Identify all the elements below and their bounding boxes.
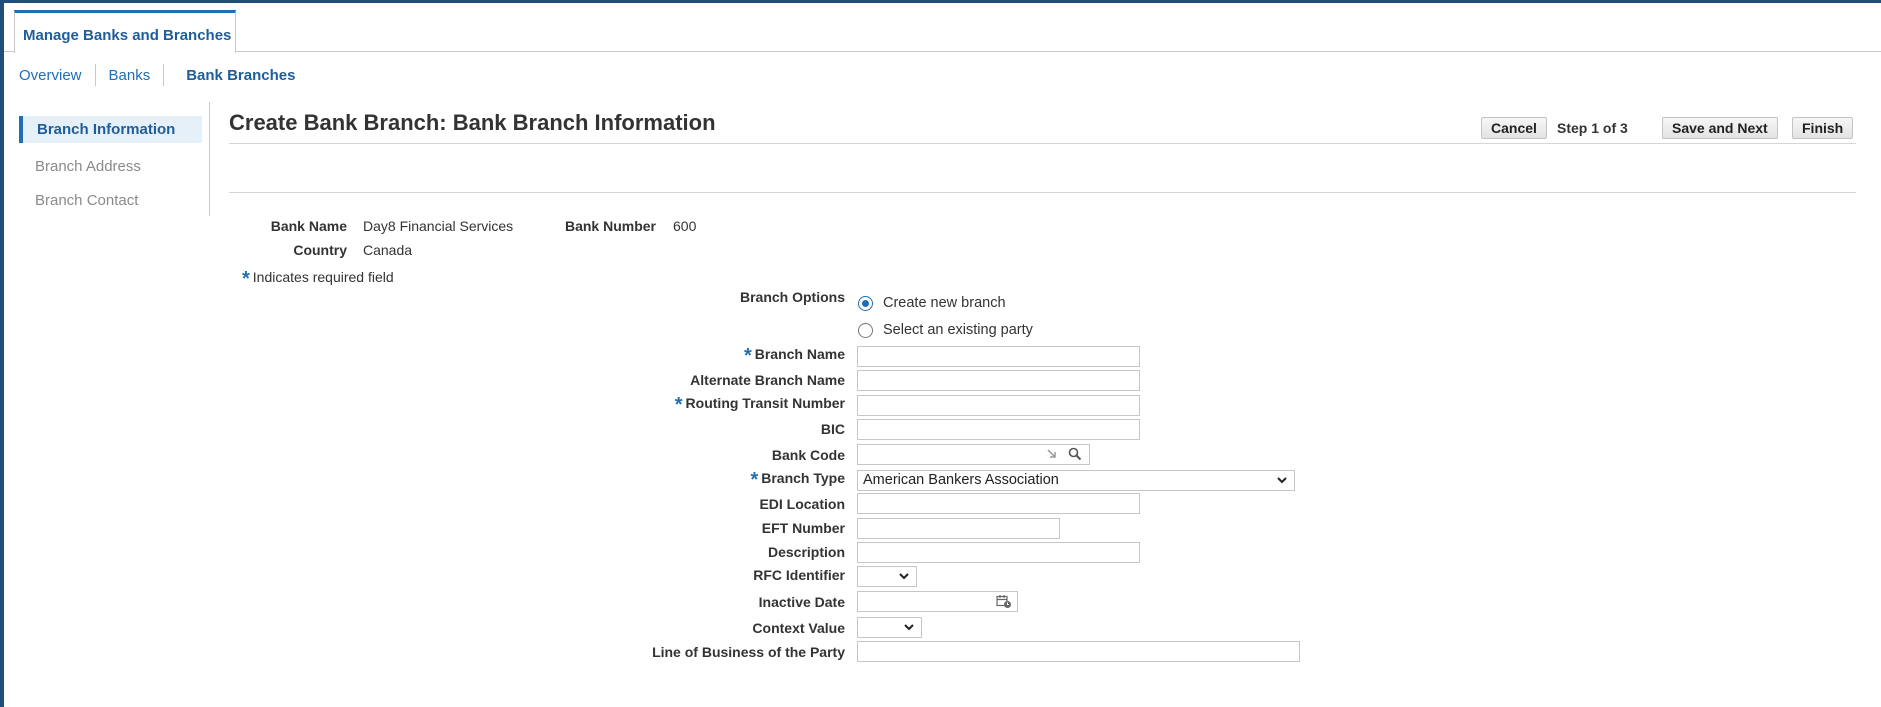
alternate-branch-name-input[interactable] — [857, 370, 1140, 391]
expand-arrow-icon[interactable] — [1045, 447, 1059, 466]
train-item-branch-information[interactable]: Branch Information — [19, 116, 202, 143]
inactive-date-input[interactable] — [857, 591, 1018, 612]
radio-label: Create new branch — [883, 295, 1006, 311]
description-label: Description — [767, 544, 845, 560]
subnav-overview[interactable]: Overview — [19, 67, 82, 84]
line-of-business-label: Line of Business of the Party — [652, 644, 845, 660]
alternate-branch-name-label: Alternate Branch Name — [690, 372, 845, 388]
bank-number-value: 600 — [673, 218, 697, 234]
required-note-text: Indicates required field — [252, 269, 394, 285]
branch-type-label: * Branch Type — [750, 469, 845, 491]
page-title: Create Bank Branch: Bank Branch Informat… — [229, 110, 716, 135]
routing-transit-number-label: * Routing Transit Number — [674, 394, 845, 416]
radio-create-new-branch[interactable]: Create new branch — [858, 295, 1006, 311]
rfc-identifier-label: RFC Identifier — [753, 567, 845, 583]
bank-code-label: Bank Code — [771, 447, 845, 463]
calendar-icon[interactable] — [996, 594, 1012, 614]
header-divider — [229, 143, 1856, 144]
eft-number-input[interactable] — [857, 518, 1060, 539]
train-navigation: Branch Information Branch Address Branch… — [19, 102, 210, 216]
bic-input[interactable] — [857, 419, 1140, 440]
required-note: * Indicates required field — [242, 268, 394, 291]
sub-navigation: Overview Banks Bank Branches — [19, 64, 295, 86]
tab-manage-banks[interactable]: Manage Banks and Branches — [14, 10, 236, 53]
required-asterisk: * — [674, 394, 683, 416]
line-of-business-input[interactable] — [857, 641, 1300, 662]
branch-name-label: * Branch Name — [743, 345, 845, 367]
cancel-button[interactable]: Cancel — [1481, 117, 1547, 139]
bic-label: BIC — [820, 421, 845, 437]
bank-number-label: Bank Number — [564, 218, 656, 234]
edi-location-label: EDI Location — [759, 496, 845, 512]
context-value-select[interactable] — [857, 617, 922, 638]
description-input[interactable] — [857, 542, 1140, 563]
train-item-branch-contact: Branch Contact — [35, 192, 139, 209]
finish-button[interactable]: Finish — [1792, 117, 1854, 139]
eft-number-label: EFT Number — [761, 520, 845, 536]
step-indicator: Step 1 of 3 — [1557, 120, 1628, 136]
branch-options-label: Branch Options — [739, 289, 845, 305]
edi-location-input[interactable] — [857, 493, 1140, 514]
chevron-down-icon — [898, 569, 910, 583]
required-asterisk: * — [743, 345, 752, 367]
country-value: Canada — [363, 242, 413, 258]
search-icon[interactable] — [1068, 447, 1082, 466]
bank-name-value: Day8 Financial Services — [363, 218, 514, 234]
required-asterisk: * — [242, 268, 250, 290]
radio-button-selected[interactable] — [858, 295, 873, 311]
subnav-divider — [94, 64, 96, 86]
bank-name-label: Bank Name — [270, 218, 347, 234]
rfc-identifier-select[interactable] — [857, 566, 917, 587]
save-and-next-button[interactable]: Save and Next — [1662, 117, 1778, 139]
radio-label: Select an existing party — [883, 322, 1033, 338]
radio-button[interactable] — [858, 322, 873, 338]
branch-type-value: American Bankers Association — [863, 472, 1059, 488]
chevron-down-icon — [1276, 473, 1288, 487]
context-value-label: Context Value — [752, 620, 845, 636]
branch-type-select[interactable]: American Bankers Association — [857, 470, 1295, 491]
required-asterisk: * — [750, 469, 759, 491]
section-divider — [229, 192, 1856, 193]
chevron-down-icon — [903, 620, 915, 634]
tab-bar: Manage Banks and Branches — [4, 3, 1881, 53]
inactive-date-label: Inactive Date — [758, 594, 845, 610]
bank-code-input[interactable] — [857, 444, 1090, 465]
branch-name-input[interactable] — [857, 346, 1140, 367]
subnav-banks[interactable]: Banks — [109, 67, 151, 84]
radio-select-existing-party[interactable]: Select an existing party — [858, 322, 1033, 338]
train-item-branch-address: Branch Address — [35, 158, 141, 175]
country-label: Country — [293, 242, 347, 258]
subnav-divider — [163, 64, 165, 86]
subnav-bank-branches[interactable]: Bank Branches — [186, 67, 295, 84]
routing-transit-number-input[interactable] — [857, 395, 1140, 416]
